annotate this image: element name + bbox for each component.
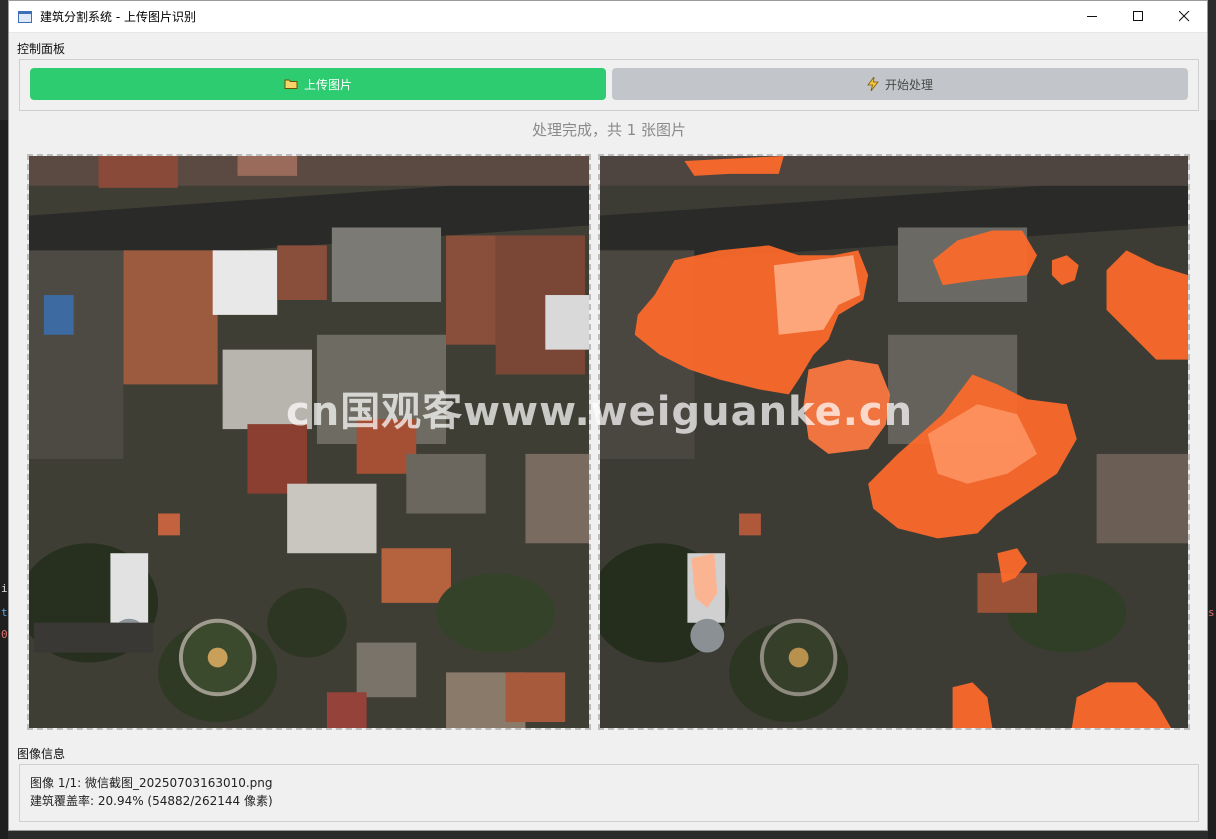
minimize-button[interactable] xyxy=(1069,1,1115,32)
image-info-filename: 图像 1/1: 微信截图_20250703163010.png xyxy=(30,776,273,790)
image-info-coverage: 建筑覆盖率: 20.94% (54882/262144 像素) xyxy=(30,794,273,808)
upload-button-label: 上传图片 xyxy=(303,77,352,92)
app-window-icon xyxy=(18,10,32,23)
close-icon xyxy=(1178,11,1189,22)
segmentation-overlay-image xyxy=(600,156,1188,728)
image-info-label: 图像信息 xyxy=(17,747,66,761)
maximize-icon xyxy=(1132,11,1143,21)
app-window: 建筑分割系统 - 上传图片识别 控制面板 上传图片 开始处理 处理完成，共 1 … xyxy=(8,0,1208,831)
bleed-char: s xyxy=(1208,606,1215,619)
control-panel: 上传图片 开始处理 xyxy=(19,59,1199,111)
start-processing-button[interactable]: 开始处理 xyxy=(612,68,1188,100)
bleed-char: 0 xyxy=(1,628,8,641)
process-button-label: 开始处理 xyxy=(884,77,933,92)
title-bar[interactable]: 建筑分割系统 - 上传图片识别 xyxy=(9,1,1207,33)
background-window-left-edge: i t 0 xyxy=(0,120,8,839)
lightning-icon xyxy=(867,77,879,91)
original-image-panel xyxy=(27,154,591,730)
segmentation-result-panel xyxy=(598,154,1190,730)
watermark-text: cn国观客www.weiguanke.cn xyxy=(286,389,914,435)
control-panel-label: 控制面板 xyxy=(17,42,66,56)
bleed-char: t xyxy=(1,606,8,619)
aerial-photo-image xyxy=(29,156,589,728)
bleed-char: i xyxy=(1,582,8,595)
minimize-icon xyxy=(1086,16,1097,17)
upload-image-button[interactable]: 上传图片 xyxy=(30,68,606,100)
status-text: 处理完成，共 1 张图片 xyxy=(531,121,687,139)
folder-icon xyxy=(284,78,298,90)
maximize-button[interactable] xyxy=(1115,1,1161,32)
window-title: 建筑分割系统 - 上传图片识别 xyxy=(40,10,196,24)
close-button[interactable] xyxy=(1161,1,1207,32)
image-info-box: 图像 1/1: 微信截图_20250703163010.png 建筑覆盖率: 2… xyxy=(19,764,1199,822)
background-window-right-edge: s xyxy=(1208,120,1216,839)
